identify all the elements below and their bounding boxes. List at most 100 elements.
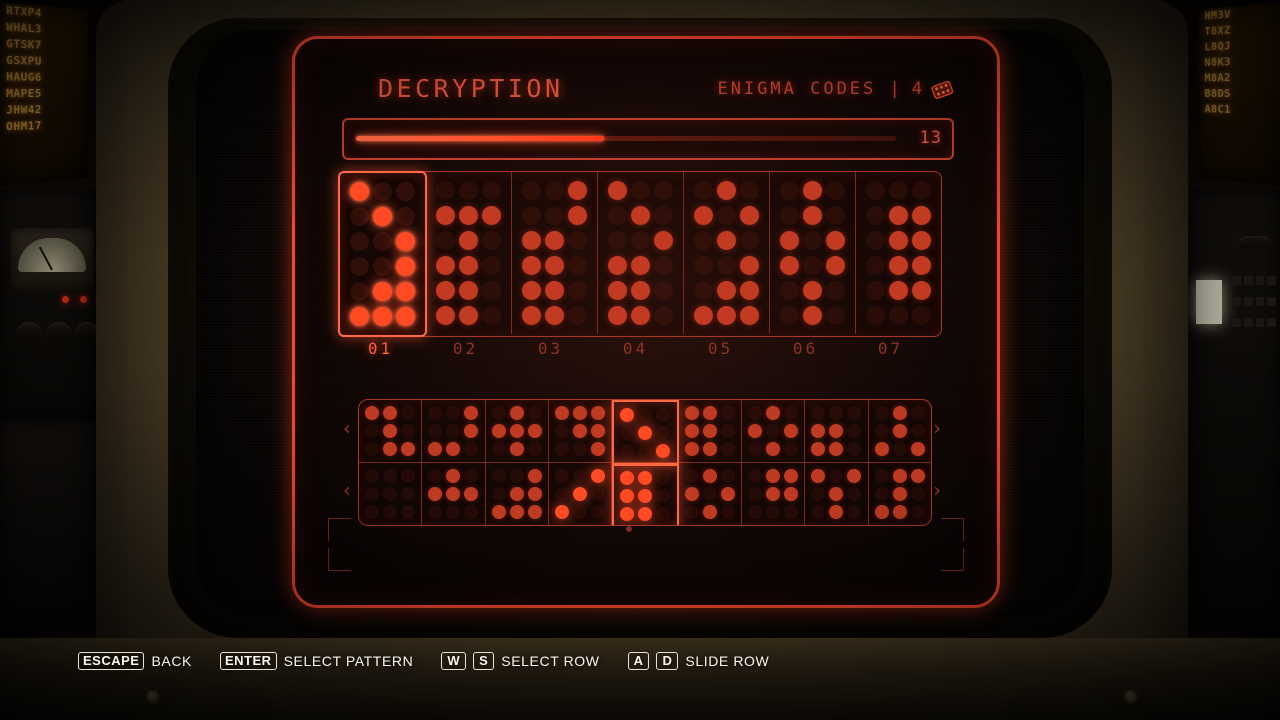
dot-on: [684, 442, 699, 456]
dot-on: [446, 469, 461, 483]
carousel-cell-2-6[interactable]: [679, 463, 742, 525]
dot-off: [702, 487, 717, 501]
dot-on: [684, 424, 699, 438]
pattern-label-01: 01: [367, 339, 394, 358]
dot-on: [491, 505, 506, 519]
bg-code-line: A8C1: [1204, 102, 1231, 116]
dot-off: [428, 505, 443, 519]
indicator-led: [62, 296, 69, 303]
carousel-cell-1-1[interactable]: [359, 400, 423, 462]
carousel-bottom-right-arrow[interactable]: ›: [930, 480, 944, 500]
pattern-cell-02[interactable]: [426, 172, 512, 334]
pattern-sequence-grid[interactable]: [338, 171, 942, 337]
dot-off: [428, 424, 443, 438]
carousel-cell-1-3[interactable]: [486, 400, 549, 462]
dot-on: [656, 444, 671, 458]
pattern-cell-03[interactable]: [512, 172, 598, 334]
dot-off: [482, 281, 501, 300]
dot-off: [365, 424, 380, 438]
keycap-enter[interactable]: ENTER: [220, 652, 277, 670]
progress-value: 13: [919, 128, 942, 148]
carousel-cell-1-9[interactable]: [869, 400, 931, 462]
dot-off: [365, 487, 380, 501]
carousel-row-top[interactable]: [359, 400, 931, 466]
pattern-cell-07[interactable]: [856, 172, 941, 334]
keycap-w[interactable]: W: [441, 652, 467, 670]
keycap-d[interactable]: D: [656, 652, 679, 670]
carousel-cell-2-5[interactable]: [612, 463, 679, 525]
carousel-row-bottom[interactable]: [359, 463, 931, 525]
carousel-cell-1-7[interactable]: [742, 400, 806, 462]
dot-on: [829, 505, 844, 519]
dot-off: [428, 406, 443, 420]
carousel-cell-1-8[interactable]: [805, 400, 869, 462]
frame-corner-tick: [328, 518, 351, 541]
dot-off: [720, 424, 735, 438]
carousel-cell-1-2[interactable]: [422, 400, 486, 462]
dot-on: [545, 281, 564, 300]
dot-on: [740, 306, 759, 325]
dot-on: [591, 424, 606, 438]
carousel-top-left-arrow[interactable]: ‹: [340, 418, 354, 438]
dot-matrix: [778, 178, 847, 328]
carousel-cell-2-1[interactable]: [359, 463, 423, 525]
pattern-cell-04[interactable]: [598, 172, 684, 334]
left-background-monitor: RTXP4 WHAL3 GTSK7 GSXPU HAUG6 MAPE5 JHW4…: [0, 2, 89, 186]
carousel-cell-2-7[interactable]: [742, 463, 806, 525]
control-hints-bar: ESCAPE BACK ENTER SELECT PATTERN W S SELECT RO…: [78, 652, 769, 670]
dot-on: [373, 307, 392, 326]
dot-off: [866, 281, 885, 300]
dot-on: [803, 281, 822, 300]
carousel-cell-2-2[interactable]: [422, 463, 486, 525]
dot-on: [702, 406, 717, 420]
carousel-cell-2-8[interactable]: [805, 463, 869, 525]
carousel-cell-1-5[interactable]: [612, 400, 679, 466]
dot-off: [784, 442, 799, 456]
pattern-cell-01[interactable]: [338, 171, 427, 337]
pattern-cell-05[interactable]: [684, 172, 770, 334]
dot-off: [459, 181, 478, 200]
enigma-codes-status: ENIGMA CODES | 4: [717, 79, 954, 100]
dot-off: [436, 181, 455, 200]
dot-on: [654, 231, 673, 250]
dot-on: [717, 181, 736, 200]
dot-off: [620, 444, 635, 458]
dot-on: [780, 256, 799, 275]
dot-off: [912, 181, 931, 200]
dot-off: [608, 231, 627, 250]
dot-on: [555, 505, 570, 519]
dot-on: [591, 406, 606, 420]
dot-on: [784, 424, 799, 438]
dot-off: [654, 206, 673, 225]
dot-off: [656, 471, 671, 485]
dot-off: [568, 281, 587, 300]
carousel-bottom-left-arrow[interactable]: ‹: [340, 480, 354, 500]
control-hint-back: ESCAPE BACK: [78, 652, 192, 670]
keycap-a[interactable]: A: [627, 652, 650, 670]
dot-off: [874, 406, 889, 420]
keycap-s[interactable]: S: [473, 652, 495, 670]
pattern-carousel[interactable]: [358, 399, 932, 526]
dot-on: [464, 424, 479, 438]
carousel-cell-2-4[interactable]: [549, 463, 613, 525]
dot-off: [545, 181, 564, 200]
dot-on: [396, 307, 415, 326]
keycap-escape[interactable]: ESCAPE: [78, 652, 145, 670]
dot-on: [545, 256, 564, 275]
carousel-cell-2-3[interactable]: [486, 463, 549, 525]
dot-off: [766, 505, 781, 519]
dot-on: [811, 424, 826, 438]
pattern-cell-06[interactable]: [770, 172, 856, 334]
dot-on: [910, 442, 925, 456]
control-hint-label: BACK: [151, 653, 192, 669]
carousel-top-right-arrow[interactable]: ›: [930, 418, 944, 438]
carousel-cell-1-4[interactable]: [549, 400, 613, 462]
dot-on: [811, 442, 826, 456]
dot-on: [527, 487, 542, 501]
carousel-cell-2-9[interactable]: [869, 463, 931, 525]
dot-on: [591, 469, 606, 483]
dot-on: [436, 281, 455, 300]
carousel-cell-1-6[interactable]: [679, 400, 742, 462]
dot-on: [527, 469, 542, 483]
dot-on: [720, 487, 735, 501]
